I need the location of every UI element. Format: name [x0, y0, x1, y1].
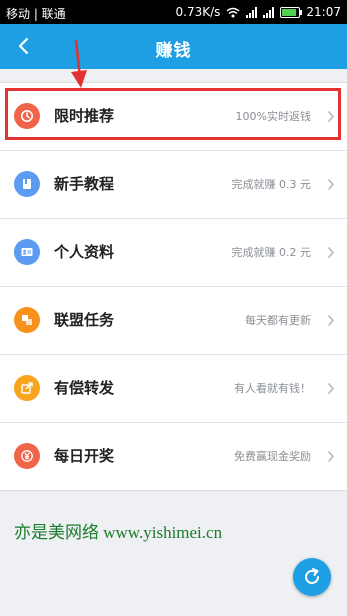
chevron-right-icon [327, 450, 335, 463]
signal-icon [263, 6, 275, 18]
clock-time: 21:07 [306, 5, 341, 19]
item-label: 个人资料 [54, 243, 115, 261]
item-label: 有偿转发 [54, 379, 115, 397]
earn-options-list: 限时推荐 100%实时返钱 新手教程 完成就赚 0.3 元 个人资料 完成就赚 … [0, 82, 347, 491]
item-label: 每日开奖 [54, 447, 115, 465]
refresh-icon [305, 568, 319, 584]
book-icon [14, 171, 40, 197]
chevron-right-icon [327, 178, 335, 191]
list-item-tutorial[interactable]: 新手教程 完成就赚 0.3 元 [0, 151, 347, 219]
list-item-profile[interactable]: 个人资料 完成就赚 0.2 元 [0, 219, 347, 287]
item-desc: 完成就赚 0.3 元 [231, 178, 312, 191]
list-item-limited-recommend[interactable]: 限时推荐 100%实时返钱 [0, 83, 347, 151]
signal-icon [246, 6, 258, 18]
item-label: 新手教程 [54, 175, 115, 193]
item-label: 联盟任务 [54, 311, 115, 329]
share-icon [14, 375, 40, 401]
status-right: 0.73K/s 21:07 [176, 5, 341, 19]
page-title: 赚钱 [155, 41, 192, 61]
chevron-right-icon [327, 246, 335, 259]
list-item-alliance-tasks[interactable]: 联盟任务 每天都有更新 [0, 287, 347, 355]
chevron-right-icon [327, 110, 335, 123]
status-bar: 移动 | 联通 0.73K/s 21:07 [0, 0, 347, 24]
list-item-paid-share[interactable]: 有偿转发 有人看就有钱！ [0, 355, 347, 423]
watermark-text: 亦是美网络 www.yishimei.cn [14, 523, 223, 542]
id-card-icon [14, 239, 40, 265]
item-desc: 有人看就有钱！ [234, 382, 311, 395]
chevron-right-icon [327, 382, 335, 395]
item-label: 限时推荐 [54, 107, 115, 125]
clock-icon [14, 103, 40, 129]
yen-coin-icon [14, 443, 40, 469]
refresh-button[interactable] [293, 558, 331, 596]
item-desc: 每天都有更新 [245, 314, 311, 327]
wifi-icon [226, 7, 240, 17]
list-item-daily-draw[interactable]: 每日开奖 免费赢现金奖励 [0, 423, 347, 490]
network-speed: 0.73K/s [175, 5, 221, 19]
item-desc: 完成就赚 0.2 元 [231, 246, 312, 259]
chevron-right-icon [327, 314, 335, 327]
item-desc: 100%实时返钱 [235, 110, 311, 123]
puzzle-icon [14, 307, 40, 333]
item-desc: 免费赢现金奖励 [234, 450, 311, 463]
battery-icon [280, 6, 303, 18]
carrier-label: 移动 | 联通 [6, 7, 66, 21]
nav-bar: 赚钱 [0, 24, 347, 69]
